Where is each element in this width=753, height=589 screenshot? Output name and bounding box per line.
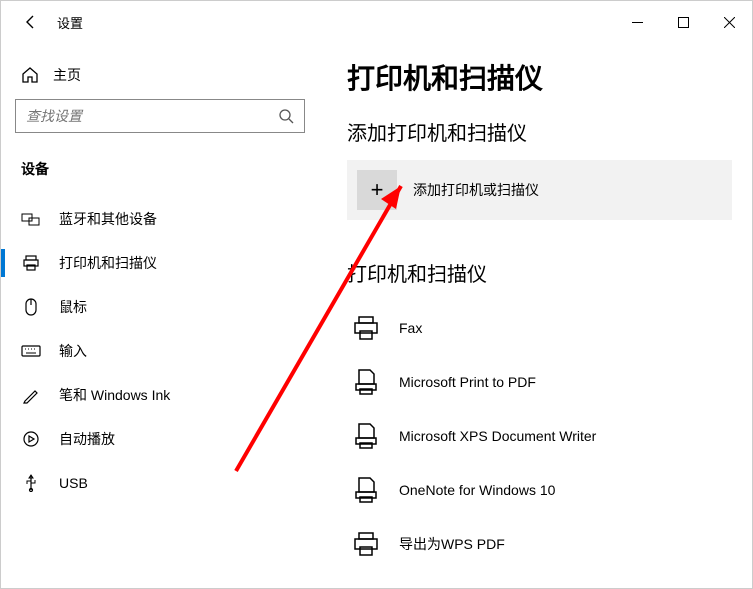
usb-icon [21,473,41,493]
printer-icon [351,529,381,559]
nav-list: 蓝牙和其他设备 打印机和扫描仪 鼠标 输入 [15,197,305,505]
printer-list: Fax Microsoft Print to PDF Microsoft XPS… [347,301,732,571]
search-box[interactable] [15,99,305,133]
close-button[interactable] [706,1,752,43]
back-button[interactable] [9,1,53,43]
printer-item-wps-pdf[interactable]: 导出为WPS PDF [347,517,732,571]
printer-item-xps[interactable]: Microsoft XPS Document Writer [347,409,732,463]
sidebar: 主页 设备 蓝牙和其他设备 打印机和扫描仪 [1,43,319,588]
printer-item-label: Microsoft XPS Document Writer [399,428,596,444]
sidebar-item-bluetooth[interactable]: 蓝牙和其他设备 [15,197,305,241]
sidebar-item-pen[interactable]: 笔和 Windows Ink [15,373,305,417]
printer-item-onenote[interactable]: OneNote for Windows 10 [347,463,732,517]
pen-icon [21,385,41,405]
add-printer-label: 添加打印机或扫描仪 [413,180,539,200]
file-printer-icon [351,421,381,451]
mouse-icon [21,297,41,317]
sidebar-item-mouse[interactable]: 鼠标 [15,285,305,329]
printer-item-label: Microsoft Print to PDF [399,374,536,390]
sidebar-item-label: 输入 [59,341,87,361]
sidebar-section-label: 设备 [15,155,305,197]
minimize-button[interactable] [614,1,660,43]
page-title: 打印机和扫描仪 [347,57,732,97]
add-printer-button[interactable]: + 添加打印机或扫描仪 [347,160,732,220]
sidebar-item-label: 自动播放 [59,429,115,449]
bluetooth-devices-icon [21,209,41,229]
printer-item-ms-pdf[interactable]: Microsoft Print to PDF [347,355,732,409]
sidebar-item-label: 笔和 Windows Ink [59,385,170,405]
search-icon [278,108,294,124]
sidebar-item-label: USB [59,475,88,491]
sidebar-item-typing[interactable]: 输入 [15,329,305,373]
printer-item-label: OneNote for Windows 10 [399,482,555,498]
search-input[interactable] [26,108,278,124]
printer-item-label: Fax [399,320,422,336]
titlebar: 设置 [1,1,752,43]
app-title: 设置 [57,13,83,32]
maximize-button[interactable] [660,1,706,43]
printer-icon [351,313,381,343]
sidebar-item-autoplay[interactable]: 自动播放 [15,417,305,461]
printer-item-label: 导出为WPS PDF [399,534,505,554]
home-icon [21,66,39,84]
printer-icon [21,253,41,273]
file-printer-icon [351,475,381,505]
sidebar-item-label: 鼠标 [59,297,87,317]
printer-item-fax[interactable]: Fax [347,301,732,355]
main-content: 打印机和扫描仪 添加打印机和扫描仪 + 添加打印机或扫描仪 打印机和扫描仪 Fa… [319,43,752,588]
home-label: 主页 [53,65,81,85]
list-section-title: 打印机和扫描仪 [347,258,732,287]
sidebar-item-label: 蓝牙和其他设备 [59,209,157,229]
home-button[interactable]: 主页 [15,59,305,99]
file-printer-icon [351,367,381,397]
keyboard-icon [21,341,41,361]
add-section-title: 添加打印机和扫描仪 [347,117,732,146]
sidebar-item-printers[interactable]: 打印机和扫描仪 [15,241,305,285]
sidebar-item-usb[interactable]: USB [15,461,305,505]
sidebar-item-label: 打印机和扫描仪 [59,253,157,273]
autoplay-icon [21,429,41,449]
plus-icon: + [357,170,397,210]
window-controls [614,1,752,43]
